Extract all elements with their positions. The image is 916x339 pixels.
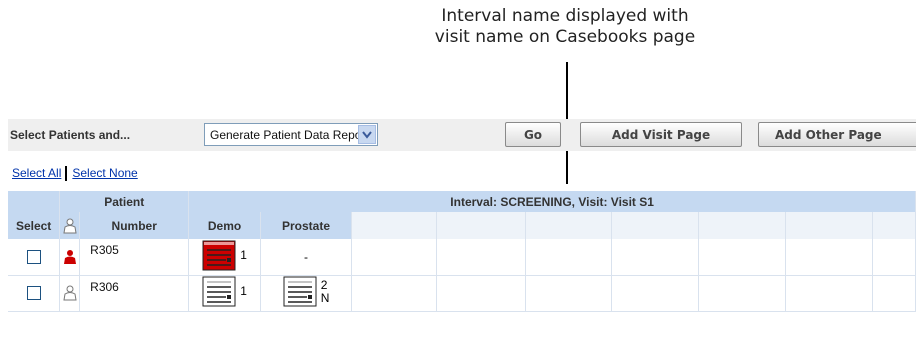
select-all-link[interactable]: Select All	[12, 166, 61, 180]
col-empty-6	[785, 212, 873, 239]
add-other-page-button[interactable]: Add Other Page	[758, 122, 916, 147]
group-header-row: Patient Interval: SCREENING, Visit: Visi…	[8, 191, 916, 212]
row-select-checkbox[interactable]	[26, 250, 41, 265]
demo-crf-cell[interactable]: 1	[202, 240, 247, 271]
go-button[interactable]: Go	[505, 122, 561, 147]
table-row: R305 1 -	[8, 239, 916, 276]
interval-visit-header: Interval: SCREENING, Visit: Visit S1	[188, 191, 916, 212]
patient-number[interactable]: R306	[79, 275, 190, 312]
col-empty-7	[872, 212, 916, 239]
toolbar-label: Select Patients and...	[10, 128, 131, 142]
prostate-flag: N	[320, 290, 330, 305]
patient-number[interactable]: R305	[79, 239, 190, 276]
chevron-down-icon[interactable]	[358, 125, 376, 144]
link-divider	[65, 165, 68, 181]
selection-links: Select All Select None	[12, 165, 138, 181]
col-select: Select	[8, 212, 61, 239]
table-row: R306 1 2 N	[8, 275, 916, 312]
col-empty-5	[698, 212, 786, 239]
annotation-line-2: visit name on Casebooks page	[434, 27, 696, 47]
action-select[interactable]: Generate Patient Data Report	[204, 123, 378, 146]
casebook-toolbar: Select Patients and... Generate Patient …	[8, 119, 916, 151]
prostate-count: 2	[320, 277, 328, 292]
annotation-line-1: Interval name displayed with	[441, 6, 689, 26]
crf-page-icon	[283, 276, 317, 307]
action-select-value: Generate Patient Data Report	[210, 127, 369, 142]
person-outline-icon	[63, 285, 77, 301]
crf-page-icon	[202, 276, 236, 307]
col-status	[59, 212, 81, 239]
person-alert-icon	[63, 249, 76, 264]
prostate-empty: -	[260, 239, 353, 276]
person-outline-icon	[63, 218, 77, 233]
col-prostate: Prostate	[260, 212, 353, 239]
crf-page-red-icon	[202, 240, 236, 271]
col-number: Number	[79, 212, 190, 239]
demo-count: 1	[240, 247, 247, 262]
demo-count: 1	[240, 284, 247, 298]
demo-crf-cell[interactable]: 1	[202, 276, 247, 307]
col-empty-3	[525, 212, 613, 239]
casebook-grid: Patient Interval: SCREENING, Visit: Visi…	[8, 191, 916, 312]
col-empty-2	[436, 212, 526, 239]
select-group-cell	[8, 191, 61, 212]
patient-group-header: Patient	[59, 191, 190, 212]
col-empty-1	[351, 212, 437, 239]
add-visit-page-button[interactable]: Add Visit Page	[580, 122, 742, 147]
row-select-checkbox[interactable]	[26, 286, 41, 301]
col-demo: Demo	[188, 212, 261, 239]
col-empty-4	[611, 212, 700, 239]
column-header-row: Select Number Demo Prostate	[8, 212, 916, 239]
patient-table: Patient Interval: SCREENING, Visit: Visi…	[8, 191, 916, 312]
select-none-link[interactable]: Select None	[72, 166, 137, 180]
prostate-crf-cell[interactable]: 2 N	[283, 276, 330, 307]
annotation-callout: Interval name displayed with visit name …	[400, 6, 730, 48]
